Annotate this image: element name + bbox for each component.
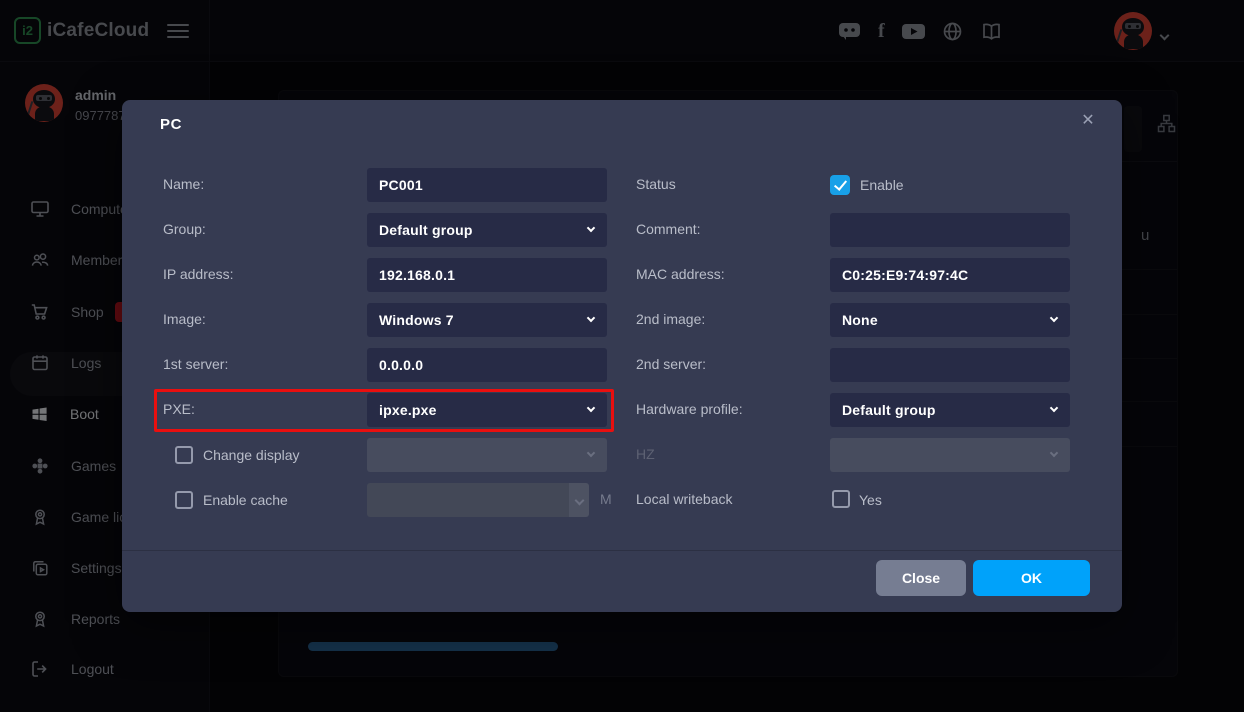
close-button[interactable]: Close xyxy=(876,560,966,596)
footer-divider xyxy=(122,550,1122,551)
hardware-profile-label: Hardware profile: xyxy=(636,401,743,417)
chevron-down-icon xyxy=(1050,404,1058,412)
change-display-select xyxy=(367,438,607,472)
pxe-label: PXE: xyxy=(163,401,195,417)
second-server-input[interactable] xyxy=(830,348,1070,382)
comment-label: Comment: xyxy=(636,221,701,237)
pc-dialog: PC ✕ Name: Group: Default group IP addre… xyxy=(122,100,1122,612)
chevron-down-icon xyxy=(587,449,595,457)
chevron-down-icon xyxy=(1050,314,1058,322)
pxe-select[interactable]: ipxe.pxe xyxy=(367,393,607,427)
hz-label: HZ xyxy=(636,446,655,462)
local-writeback-yes-label: Yes xyxy=(859,492,882,508)
first-server-label: 1st server: xyxy=(163,356,228,372)
ip-address-input[interactable] xyxy=(367,258,607,292)
second-image-label: 2nd image: xyxy=(636,311,705,327)
close-icon[interactable]: ✕ xyxy=(1075,107,1101,133)
local-writeback-label: Local writeback xyxy=(636,491,733,507)
mac-address-input[interactable] xyxy=(830,258,1070,292)
ok-button[interactable]: OK xyxy=(973,560,1090,596)
image-label: Image: xyxy=(163,311,206,327)
group-select[interactable]: Default group xyxy=(367,213,607,247)
mac-address-label: MAC address: xyxy=(636,266,725,282)
group-label: Group: xyxy=(163,221,206,237)
chevron-down-icon xyxy=(1050,449,1058,457)
ip-address-label: IP address: xyxy=(163,266,234,282)
name-label: Name: xyxy=(163,176,204,192)
hardware-profile-select[interactable]: Default group xyxy=(830,393,1070,427)
image-select[interactable]: Windows 7 xyxy=(367,303,607,337)
name-input[interactable] xyxy=(367,168,607,202)
comment-input[interactable] xyxy=(830,213,1070,247)
app-screen: i2 iCafeCloud f xyxy=(0,0,1244,712)
chevron-down-icon xyxy=(587,314,595,322)
status-enable-label: Enable xyxy=(860,177,904,193)
second-server-label: 2nd server: xyxy=(636,356,706,372)
change-display-label: Change display xyxy=(203,447,300,463)
enable-cache-label: Enable cache xyxy=(203,492,288,508)
cache-size-input xyxy=(367,483,569,517)
status-label: Status xyxy=(636,176,676,192)
local-writeback-checkbox[interactable] xyxy=(832,490,850,508)
status-checkbox[interactable] xyxy=(830,175,850,195)
enable-cache-checkbox[interactable] xyxy=(175,491,193,509)
second-image-select[interactable]: None xyxy=(830,303,1070,337)
dialog-title: PC xyxy=(160,116,182,133)
cache-size-stepper xyxy=(569,483,589,517)
chevron-down-icon xyxy=(587,224,595,232)
chevron-down-icon xyxy=(587,404,595,412)
hz-select xyxy=(830,438,1070,472)
cache-unit-label: M xyxy=(600,491,612,507)
first-server-input[interactable] xyxy=(367,348,607,382)
change-display-checkbox[interactable] xyxy=(175,446,193,464)
